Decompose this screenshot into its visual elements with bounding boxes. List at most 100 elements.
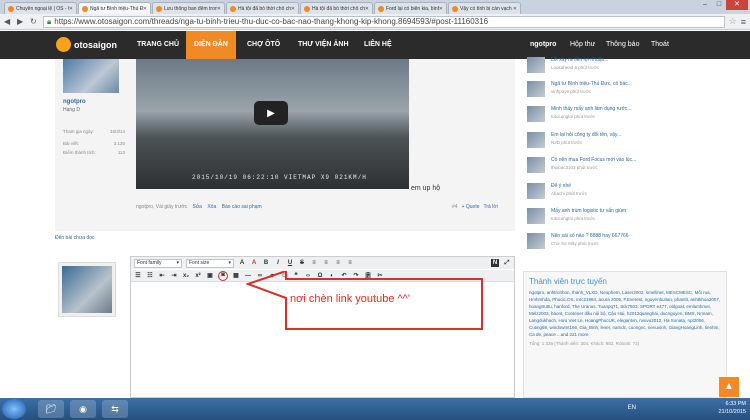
close-tab-icon[interactable]: ✕	[143, 6, 147, 12]
language-indicator[interactable]: EN	[628, 404, 636, 412]
close-tab-icon[interactable]: ✕	[513, 6, 517, 12]
close-window-icon[interactable]: ✕	[726, 0, 748, 10]
recent-post-item[interactable]: Ngã tư Bình triệu-Thủ Đức, có bác... vinh…	[523, 79, 727, 99]
image-icon[interactable]: ▣	[206, 272, 214, 280]
post-user-rank: Hạng D	[63, 107, 80, 113]
favicon-icon	[156, 5, 162, 12]
play-icon[interactable]: ▶	[254, 101, 288, 125]
close-tab-icon[interactable]: ✕	[69, 6, 73, 12]
youtube-video-embed[interactable]: ▶ 2015/10/19 06:22:10 VIETMAP X9 021KM/H	[136, 59, 409, 189]
bookmark-star-icon[interactable]: ☆	[729, 16, 737, 27]
post-username[interactable]: ngotpro	[63, 99, 86, 105]
align-right-icon[interactable]: ≡	[334, 259, 342, 267]
window-controls: – □ ✕	[698, 0, 748, 10]
recent-post-item[interactable]: Em lại hỏi công ty đổi tên, vậy... N2D ph…	[523, 130, 727, 150]
fullscreen-icon[interactable]: ⤢	[503, 259, 511, 267]
browser-tab[interactable]: Hà tội đã bỏ thời chỗ cho...✕	[300, 2, 373, 14]
recent-post-item[interactable]: Minh thấy mấy anh làm dụng rước... tutucu…	[523, 104, 727, 124]
browser-tab[interactable]: Vậy có tình bị cán vạch li...✕	[448, 2, 521, 14]
tab-label: Hà tội đã bỏ thời chỗ cho...	[312, 5, 365, 12]
favicon-icon	[8, 5, 14, 12]
align-center-icon[interactable]: ≡	[322, 259, 330, 267]
tab-label: Chuyên ngoại lệ | OS - Ch...	[16, 5, 69, 12]
url-text: https://www.otosaigon.com/threads/nga-tu…	[54, 17, 489, 26]
unread-post-link[interactable]: Đến bài chưa đọc	[55, 235, 94, 241]
delete-link[interactable]: Xóa	[207, 204, 216, 210]
recent-post-item[interactable]: Có nên mua Ford Focus mới vào lúc... thoi…	[523, 155, 727, 175]
underline-icon[interactable]: U	[286, 259, 294, 267]
browser-tab[interactable]: Chuyên ngoại lệ | OS - Ch...✕	[4, 2, 77, 14]
user-stat: Tham gia ngày: 16/3/14	[63, 129, 125, 134]
online-user-list[interactable]: ngotpro, anhtronhon, thanh_VLXD, Neophem…	[524, 289, 726, 338]
address-bar: ◀ ▶ ↻ 🔒︎ https://www.otosaigon.com/thread…	[0, 14, 750, 30]
justify-icon[interactable]: ≡	[346, 259, 354, 267]
site-logo[interactable]: otosaigon	[56, 37, 117, 52]
post-number[interactable]: #4	[452, 204, 458, 210]
post-thumbnail	[527, 183, 545, 199]
user-avatar[interactable]	[63, 59, 119, 93]
logo-icon	[56, 37, 71, 52]
strikethrough-icon[interactable]: S	[298, 259, 306, 267]
browser-tab[interactable]: Lưu thông ban đêm trong...✕	[152, 2, 225, 14]
edit-link[interactable]: Sửa	[192, 204, 201, 210]
back-icon[interactable]: ◀	[4, 17, 14, 26]
bg-color-icon[interactable]: A	[250, 259, 258, 267]
post-thumbnail	[527, 57, 545, 73]
scroll-to-top-button[interactable]: ▲	[719, 377, 739, 397]
font-family-select[interactable]: Font family ▾	[134, 258, 182, 268]
post-thumbnail	[527, 81, 545, 97]
recent-post-item[interactable]: Mấy anh trùm logistic tư vấn giùm tutucun…	[523, 206, 727, 226]
post-thumbnail	[527, 157, 545, 173]
bullet-list-icon[interactable]: ☰	[134, 272, 142, 280]
nav-car-market[interactable]: CHỢ ÔTÔ	[247, 31, 280, 59]
browser-tab-active[interactable]: Ngã tư Bình triệu-Thủ Đức...✕	[78, 2, 151, 14]
subscript-icon[interactable]: x₂	[182, 272, 190, 280]
minimize-icon[interactable]: –	[698, 0, 712, 10]
number-list-icon[interactable]: ☷	[146, 272, 154, 280]
source-icon[interactable]: N	[491, 259, 499, 267]
media-embed-icon[interactable]: ◙	[218, 270, 228, 281]
nav-forum[interactable]: DIỄN ĐÀN	[186, 31, 236, 59]
align-left-icon[interactable]: ≡	[310, 259, 318, 267]
start-button-icon[interactable]	[2, 399, 26, 419]
recent-post-item[interactable]: Lỗi xảy ra tiền lợi nhuận... Lookahead 6 …	[523, 55, 727, 75]
explorer-icon[interactable]: 📁︎	[38, 400, 64, 418]
clock-date[interactable]: 21/10/2015	[718, 408, 746, 416]
clock-time[interactable]: 6:33 PM	[718, 400, 746, 408]
quote-link[interactable]: + Quote	[462, 204, 480, 210]
close-tab-icon[interactable]: ✕	[439, 6, 443, 12]
post-actions: #4 + Quote Trả lời	[452, 204, 498, 210]
tab-label: Ford lại có biển kia, bình...	[386, 5, 439, 12]
browser-tab[interactable]: Ford lại có biển kia, bình... ✕	[374, 2, 447, 14]
text-color-icon[interactable]: A	[238, 259, 246, 267]
indent-icon[interactable]: ⇥	[170, 272, 178, 280]
reload-icon[interactable]: ↻	[30, 17, 40, 26]
browser-menu-icon[interactable]: ≡	[741, 17, 746, 27]
outdent-icon[interactable]: ⇤	[158, 272, 166, 280]
teamviewer-icon[interactable]: ⇆	[102, 400, 128, 418]
browser-tab[interactable]: Hà tội đã bỏ thời chỗ cho...✕	[226, 2, 299, 14]
reply-link[interactable]: Trả lời	[484, 204, 498, 210]
italic-icon[interactable]: I	[274, 259, 282, 267]
close-tab-icon[interactable]: ✕	[365, 6, 369, 12]
nav-gallery[interactable]: THƯ VIỆN ẢNH	[298, 31, 349, 59]
reply-avatar	[58, 262, 116, 317]
post-thumbnail	[527, 208, 545, 224]
recent-post-item[interactable]: Nên sài số nào ? 8888 hay 667766 Chờ Sợ M…	[523, 231, 727, 251]
browser-tab-strip: Chuyên ngoại lệ | OS - Ch...✕ Ngã tư Bìn…	[0, 0, 750, 14]
forward-icon[interactable]: ▶	[17, 17, 27, 26]
chrome-icon[interactable]: ◉	[70, 400, 96, 418]
report-link[interactable]: Báo cáo sai phạm	[222, 204, 262, 210]
superscript-icon[interactable]: x²	[194, 272, 202, 280]
nav-contact[interactable]: LIÊN HỆ	[364, 31, 392, 59]
bold-icon[interactable]: B	[262, 259, 270, 267]
font-size-select[interactable]: Font size ▾	[186, 258, 234, 268]
table-icon[interactable]: ▦	[232, 272, 240, 280]
close-tab-icon[interactable]: ✕	[291, 6, 295, 12]
recent-post-item[interactable]: Để ý nhé Abachi phút trước	[523, 181, 727, 201]
close-tab-icon[interactable]: ✕	[217, 6, 221, 12]
nav-home[interactable]: TRANG CHỦ	[137, 31, 179, 59]
maximize-icon[interactable]: □	[712, 0, 726, 10]
online-total: Tổng: 1.326 (Thành viên: 304, Khách: 982…	[529, 341, 640, 346]
url-input[interactable]: 🔒︎ https://www.otosaigon.com/threads/nga-…	[43, 15, 725, 28]
